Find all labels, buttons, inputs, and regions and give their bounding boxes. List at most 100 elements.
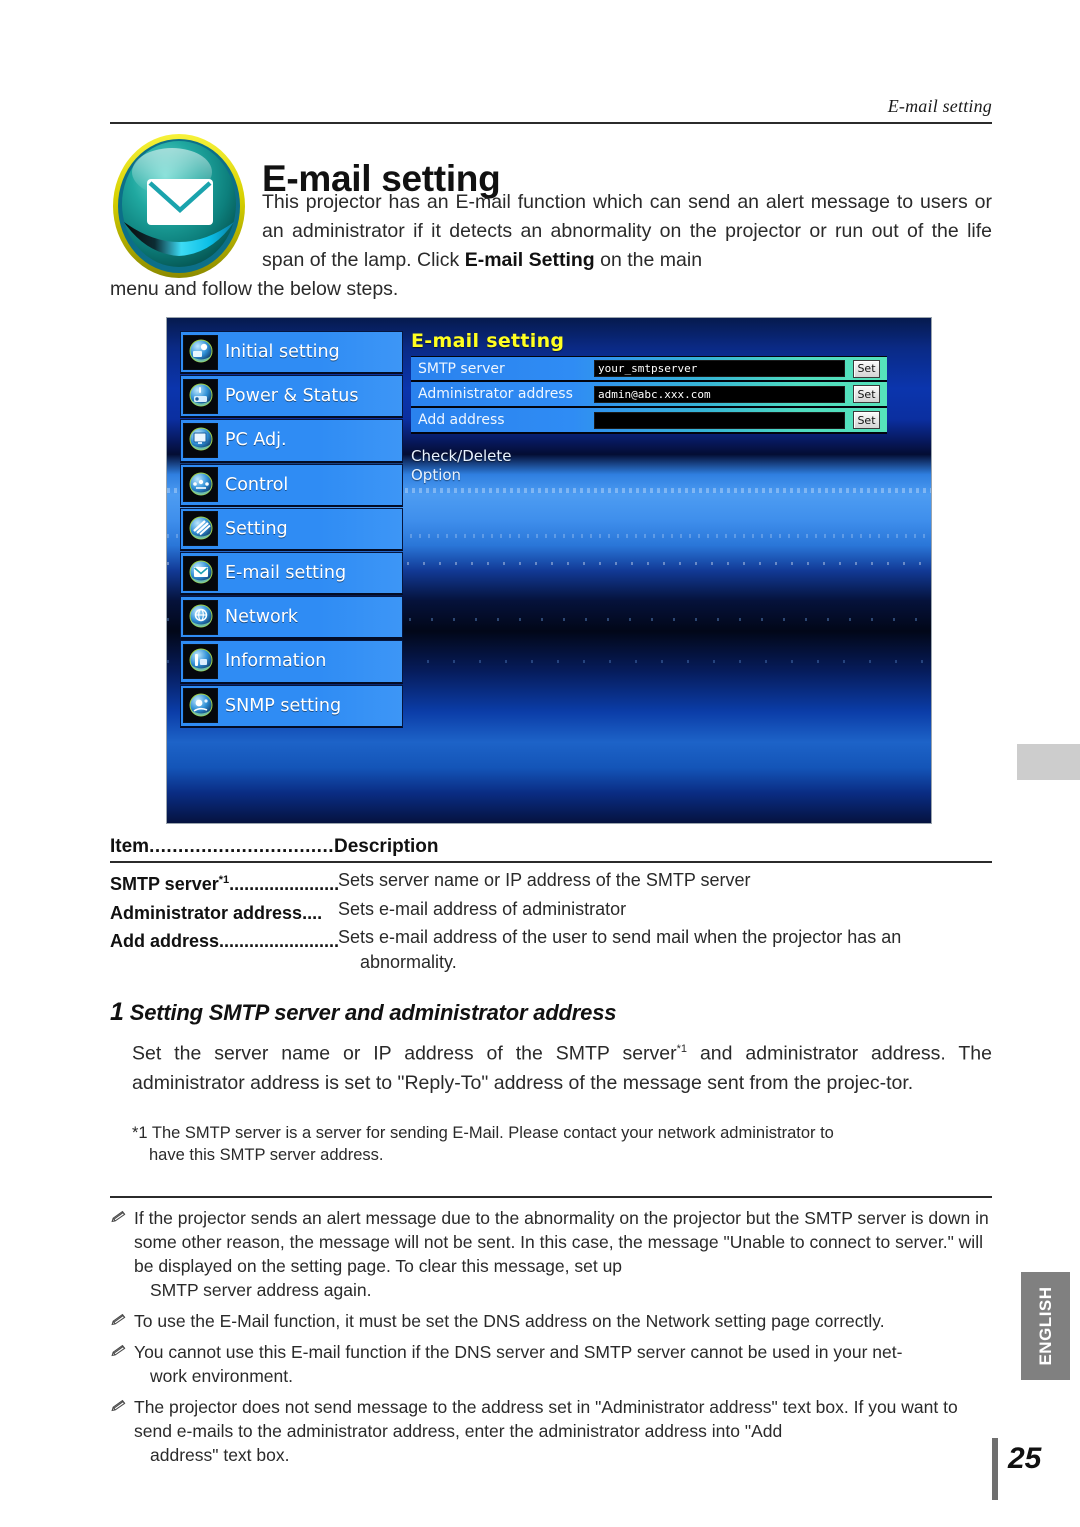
sidebar-item-pc-adj[interactable]: PC Adj.	[180, 419, 403, 463]
intro-part2: on the main	[594, 249, 703, 271]
email-badge-logo	[108, 130, 251, 282]
page-number-bar	[992, 1438, 998, 1500]
intro-bold-link: E-mail Setting	[464, 249, 595, 271]
table-header-item: Item	[110, 836, 150, 857]
sidebar-item-setting[interactable]: Setting	[180, 507, 403, 551]
sidebar-item-label: PC Adj.	[225, 430, 287, 451]
field-row-smtp-server: SMTP server your_smtpserver Set	[411, 356, 887, 382]
running-head: E-mail setting	[887, 96, 992, 116]
note-text: To use the E-Mail function, it must be s…	[134, 1309, 995, 1333]
note-text-line2: work environment.	[150, 1366, 293, 1386]
item-description-table: Item................................Desc…	[110, 836, 992, 974]
table-row-key-dots: ....	[302, 902, 323, 923]
sidebar-item-snmp-setting[interactable]: SNMP setting	[180, 684, 403, 728]
language-tab: ENGLISH	[1021, 1272, 1070, 1380]
table-row-key: Administrator address....	[110, 897, 338, 926]
table-row-value: Sets e-mail address of administrator	[338, 898, 627, 919]
sidebar-item-label: Power & Status	[225, 386, 359, 407]
section-footnote: *1 The SMTP server is a server for sendi…	[132, 1122, 972, 1166]
table-row-key-dots: .......................	[229, 874, 338, 894]
table-row-key-text: Administrator address	[110, 902, 303, 923]
field-row-add-address: Add address Set	[411, 408, 887, 434]
section-footnote-line1: *1 The SMTP server is a server for sendi…	[132, 1124, 834, 1142]
note-text: The projector does not send message to t…	[134, 1395, 995, 1467]
link-option[interactable]: Option	[411, 466, 919, 485]
note-text-line1: You cannot use this E-mail function if t…	[134, 1342, 903, 1362]
table-row-value-line1: Sets e-mail address of the user to send …	[338, 927, 902, 947]
pencil-note-icon	[110, 1309, 134, 1333]
sidebar-item-initial-setting[interactable]: Initial setting	[180, 331, 403, 375]
table-row-value: Sets server name or IP address of the SM…	[338, 870, 751, 890]
table-header: Item................................Desc…	[110, 836, 992, 861]
add-address-label: Add address	[418, 412, 505, 428]
email-icon	[183, 555, 218, 591]
sidebar-item-power-status[interactable]: Power & Status	[180, 375, 403, 419]
note-text-line1: The projector does not send message to t…	[134, 1397, 958, 1441]
smtp-server-input[interactable]: your_smtpserver	[594, 360, 845, 377]
sidebar-item-control[interactable]: Control	[180, 463, 403, 507]
note-item: You cannot use this E-mail function if t…	[110, 1340, 995, 1388]
manual-page: E-mail setting E-mail setting This proje…	[0, 0, 1080, 1527]
table-row-value: Sets e-mail address of the user to send …	[338, 925, 992, 974]
table-row-key-text: SMTP server	[110, 874, 219, 894]
add-address-input[interactable]	[594, 411, 845, 429]
sidebar-item-network[interactable]: Network	[180, 596, 403, 640]
note-item: If the projector sends an alert message …	[110, 1206, 995, 1302]
initial-setting-icon	[183, 334, 218, 370]
sidebar-item-information[interactable]: Information	[180, 640, 403, 684]
smtp-server-set-button[interactable]: Set	[853, 359, 880, 378]
section-number: 1	[110, 998, 124, 1026]
note-text: You cannot use this E-mail function if t…	[134, 1340, 995, 1388]
note-item: To use the E-Mail function, it must be s…	[110, 1309, 995, 1333]
section-tab-marker	[1017, 744, 1080, 780]
smtp-server-label: SMTP server	[418, 360, 505, 377]
section-heading: 1 Setting SMTP server and administrator a…	[110, 998, 616, 1027]
administrator-address-set-button[interactable]: Set	[853, 385, 880, 403]
pc-adjust-icon	[183, 422, 218, 458]
section-body-part-c: tor.	[886, 1071, 914, 1094]
sidebar-item-label: SNMP setting	[225, 695, 342, 716]
sidebar-item-label: Network	[225, 607, 299, 628]
web-ui-content-pane: E-mail setting SMTP server your_smtpserv…	[411, 330, 919, 485]
projector-web-ui-screenshot: Initial setting Power & Status PC Adj. C…	[166, 317, 932, 824]
note-text-line2: address" text box.	[150, 1445, 290, 1465]
administrator-address-input[interactable]: admin@abc.xxx.com	[594, 385, 845, 403]
notes-rule	[110, 1196, 992, 1198]
table-row-key-dots: .........................	[219, 931, 338, 951]
administrator-address-label: Administrator address	[418, 386, 573, 402]
web-ui-sidebar: Initial setting Power & Status PC Adj. C…	[180, 331, 403, 729]
table-row: Add address......................... Set…	[110, 925, 992, 974]
sidebar-item-email-setting[interactable]: E-mail setting	[180, 551, 403, 596]
table-row-key: Add address.........................	[110, 925, 338, 974]
add-address-set-button[interactable]: Set	[853, 411, 880, 429]
table-row-value-line2: abnormality.	[360, 951, 457, 972]
sidebar-item-label: Information	[225, 651, 327, 672]
setting-icon	[183, 511, 218, 547]
notes-list: If the projector sends an alert message …	[110, 1206, 995, 1474]
table-row-key-footnote-mark: *1	[218, 874, 230, 886]
link-check-delete[interactable]: Check/Delete	[411, 447, 919, 466]
network-icon	[183, 599, 218, 635]
table-row: Administrator address.... Sets e-mail ad…	[110, 897, 992, 926]
table-header-dots: ................................	[149, 836, 334, 857]
pencil-note-icon	[110, 1340, 134, 1388]
intro-paragraph: This projector has an E-mail function wh…	[262, 188, 992, 275]
language-tab-label: ENGLISH	[1035, 1286, 1055, 1366]
section-body-footnote-mark: *1	[676, 1043, 688, 1055]
table-rule	[110, 861, 992, 863]
pane-title: E-mail setting	[411, 330, 565, 352]
pencil-note-icon	[110, 1206, 134, 1302]
pane-links: Check/Delete Option	[411, 447, 919, 485]
snmp-icon	[183, 688, 218, 724]
pencil-note-icon	[110, 1395, 134, 1467]
table-row-key: SMTP server*1.......................	[110, 868, 338, 897]
sidebar-item-label: E-mail setting	[225, 563, 347, 584]
note-text-line1: To use the E-Mail function, it must be s…	[134, 1311, 885, 1331]
table-row-key-text: Add address	[110, 931, 220, 951]
table-header-description: Description	[334, 836, 439, 857]
running-head-rule	[110, 122, 992, 124]
page-number: 25	[1008, 1442, 1042, 1475]
section-footnote-line2: have this SMTP server address.	[149, 1146, 384, 1164]
section-body: Set the server name or IP address of the…	[132, 1035, 992, 1098]
sidebar-item-label: Initial setting	[225, 342, 340, 363]
